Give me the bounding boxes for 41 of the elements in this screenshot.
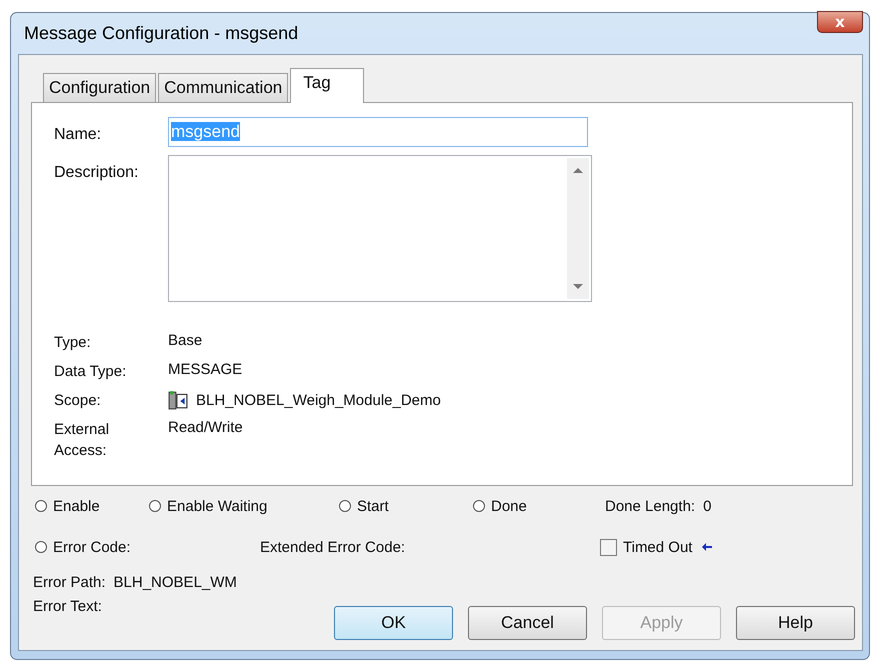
status-label: Error Path: xyxy=(33,574,106,590)
property-label: Scope: xyxy=(54,391,102,411)
status-label: Done xyxy=(491,498,527,514)
description-field[interactable] xyxy=(168,155,592,302)
dialog-button[interactable]: Help xyxy=(736,606,855,640)
status-label: Error Text: xyxy=(33,597,102,615)
tab[interactable]: Tag xyxy=(290,68,364,103)
status-label: Done Length: xyxy=(605,498,696,514)
status-value: BLH_NOBEL_WM xyxy=(114,574,237,590)
status-label: Extended Error Code: xyxy=(260,538,406,556)
status-label: Enable xyxy=(53,498,100,514)
left-arrow-icon xyxy=(702,543,712,551)
scroll-up-arrow-icon[interactable] xyxy=(573,168,583,173)
radio-button[interactable] xyxy=(35,500,47,512)
radio-button[interactable] xyxy=(339,500,351,512)
status-label: Error Code: xyxy=(53,538,131,556)
property-label: External Access: xyxy=(54,420,110,461)
checkbox-label: Timed Out xyxy=(623,538,692,556)
field-label: Name: xyxy=(54,125,102,144)
status-label: Enable Waiting xyxy=(167,498,268,514)
scrollbar[interactable] xyxy=(567,158,589,299)
tab[interactable]: Configuration xyxy=(43,73,156,102)
property-value: MESSAGE xyxy=(168,361,242,378)
radio-button[interactable] xyxy=(35,541,47,553)
radio-button[interactable] xyxy=(473,500,485,512)
program-icon xyxy=(168,390,188,410)
window-title: Message Configuration - msgsend xyxy=(23,23,298,44)
radio-button[interactable] xyxy=(149,500,161,512)
property-label: Data Type: xyxy=(54,362,128,382)
property-value: Read/Write xyxy=(168,419,243,436)
property-label: Type: xyxy=(54,333,92,353)
tab[interactable]: Communication xyxy=(158,73,288,102)
dialog-button[interactable]: Cancel xyxy=(468,606,587,640)
checkbox[interactable] xyxy=(600,538,617,556)
status-value: 0 xyxy=(703,498,712,514)
scroll-down-arrow-icon[interactable] xyxy=(573,284,583,289)
property-value: Base xyxy=(168,332,202,349)
property-value: BLH_NOBEL_Weigh_Module_Demo xyxy=(196,392,441,408)
dialog-button[interactable]: OK xyxy=(334,606,453,640)
field-label: Description: xyxy=(54,163,140,182)
status-label: Start xyxy=(357,498,389,514)
